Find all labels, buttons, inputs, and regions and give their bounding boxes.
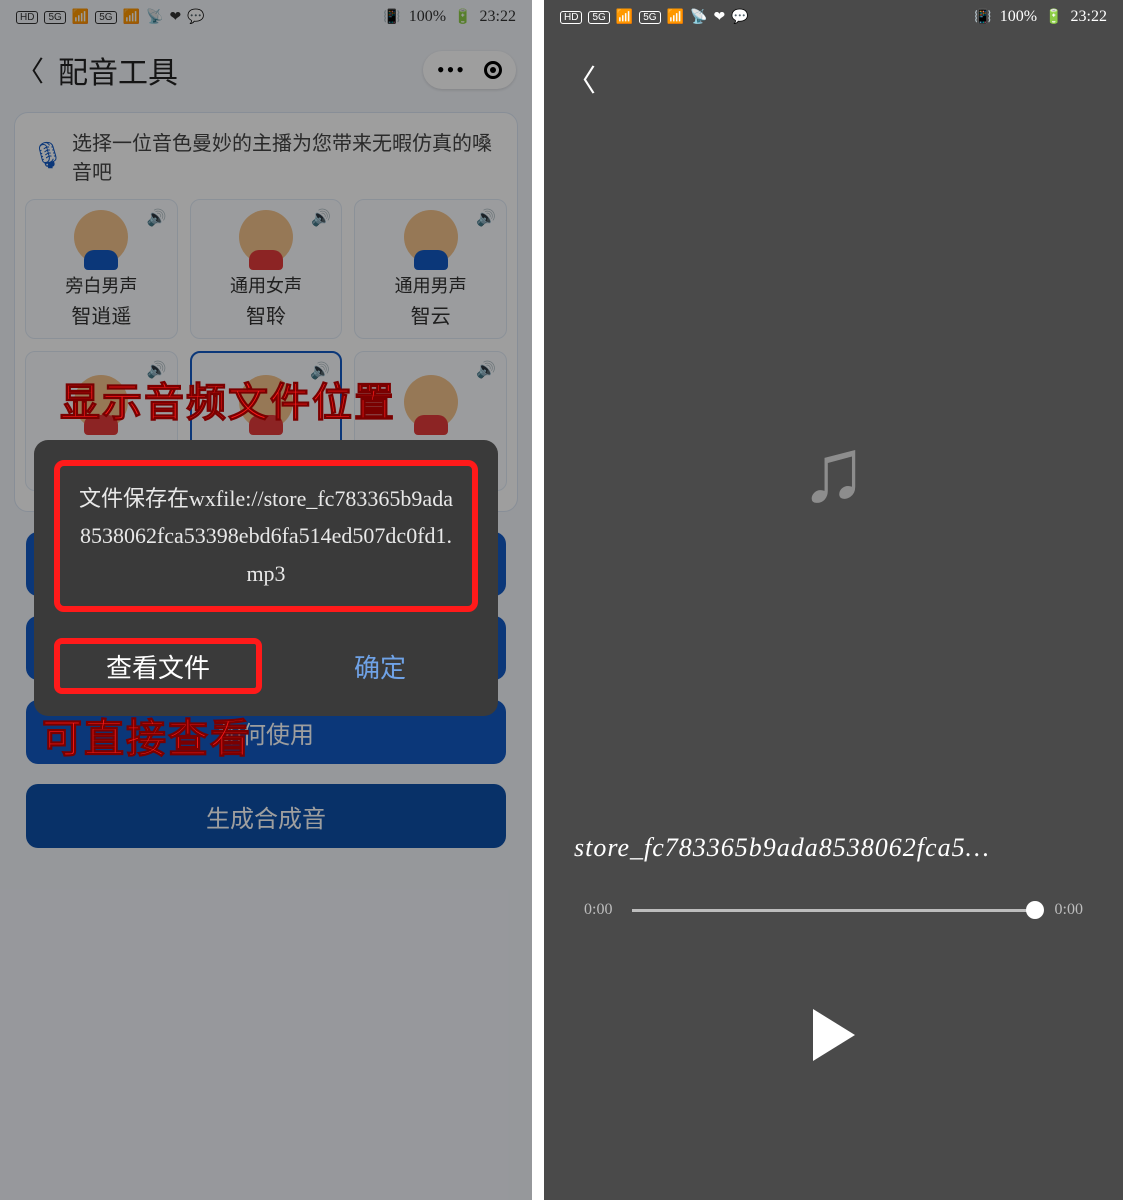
confirm-button[interactable]: 确定	[282, 638, 478, 694]
file-saved-dialog: 文件保存在wxfile://store_fc783365b9ada8538062…	[34, 440, 498, 716]
wifi-icon	[690, 8, 707, 26]
status-bar-right: HD 5G 5G 100% 23:22	[544, 0, 1123, 34]
battery-pct: 100%	[1000, 8, 1037, 26]
progress-track[interactable]	[632, 909, 1034, 912]
net-badge-1: 5G	[588, 11, 609, 24]
clock: 23:22	[1071, 8, 1107, 26]
battery-icon	[1045, 8, 1062, 26]
signal-icon	[616, 8, 633, 26]
progress-thumb[interactable]	[1026, 901, 1044, 919]
hd-badge: HD	[560, 11, 582, 24]
audio-filename: store_fc783365b9ada8538062fca5…	[544, 833, 1123, 863]
back-icon[interactable]: 〈	[566, 56, 1123, 100]
time-elapsed: 0:00	[584, 901, 612, 919]
heart-icon	[713, 8, 725, 26]
annotation-direct-view: 可直接查看	[42, 706, 252, 764]
play-button[interactable]	[813, 1009, 855, 1061]
progress-bar[interactable]: 0:00 0:00	[544, 901, 1123, 919]
vibrate-icon	[974, 8, 991, 26]
net-badge-2: 5G	[639, 11, 660, 24]
dialog-message: 文件保存在wxfile://store_fc783365b9ada8538062…	[54, 460, 478, 612]
time-total: 0:00	[1055, 901, 1083, 919]
music-note-icon: ♫	[800, 420, 868, 523]
wechat-icon	[731, 8, 748, 26]
annotation-file-location: 显示音频文件位置	[60, 370, 396, 428]
signal-icon	[667, 8, 684, 26]
view-file-button[interactable]: 查看文件	[54, 638, 262, 694]
